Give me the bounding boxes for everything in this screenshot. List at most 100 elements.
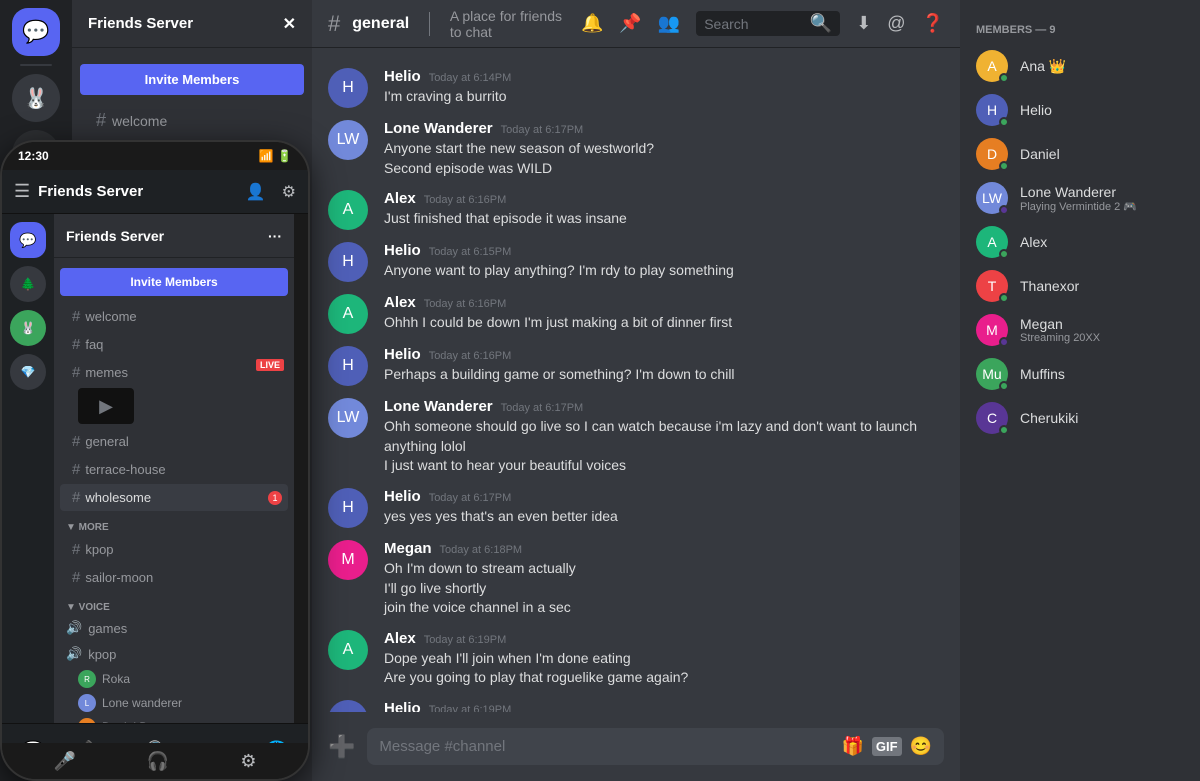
- mobile-channel-general[interactable]: # general: [60, 428, 288, 455]
- message-header: Helio Today at 6:17PM: [384, 488, 944, 505]
- mobile-status-bar: 12:30 📶 🔋: [2, 142, 308, 170]
- mobile-invite-button[interactable]: Invite Members: [60, 268, 288, 296]
- channel-name: wholesome: [85, 490, 151, 505]
- server-header[interactable]: Friends Server ✕: [72, 0, 312, 48]
- message-text: Perhaps a building game or something? I'…: [384, 365, 944, 385]
- member-item-helio[interactable]: H Helio: [968, 88, 1192, 132]
- gif-icon[interactable]: GIF: [872, 737, 902, 756]
- member-avatar: H: [976, 94, 1008, 126]
- member-item-megan[interactable]: M Megan Streaming 20XX: [968, 308, 1192, 352]
- mobile-channel-kpop[interactable]: # kpop: [60, 536, 288, 563]
- message-timestamp: Today at 6:15PM: [429, 246, 512, 258]
- search-icon: 🔍: [810, 13, 832, 34]
- message-timestamp: Today at 6:16PM: [424, 298, 507, 310]
- mobile-add-people-icon[interactable]: 👤: [246, 182, 266, 202]
- member-item-daniel[interactable]: D Daniel: [968, 132, 1192, 176]
- mobile-voice-member-lone-wanderer[interactable]: L Lone wanderer: [54, 691, 294, 715]
- message-content: Megan Today at 6:18PM Oh I'm down to str…: [384, 540, 944, 618]
- message-text: I'm craving a burrito: [384, 87, 944, 107]
- help-icon[interactable]: ❓: [922, 13, 944, 34]
- message-text: join the voice channel in a sec: [384, 598, 944, 618]
- member-item-lone-wanderer[interactable]: LW Lone Wanderer Playing Vermintide 2 🎮: [968, 176, 1192, 220]
- mobile-category-more[interactable]: ▼ MORE: [54, 512, 294, 535]
- mobile-server-icon-2[interactable]: 🐰: [10, 310, 46, 346]
- mobile-body: 💬 🌲 🐰 💎 Friends Server ··· Invite Member…: [2, 214, 308, 755]
- mobile-channel-terrace-house[interactable]: # terrace-house: [60, 456, 288, 483]
- mobile-discord-icon[interactable]: 💬: [10, 222, 46, 258]
- message-text: Are you going to play that roguelike gam…: [384, 668, 944, 688]
- mobile-channel-sailor-moon[interactable]: # sailor-moon: [60, 564, 288, 591]
- settings-gear-icon[interactable]: ⚙: [240, 751, 256, 772]
- speaker-icon: 🔊: [66, 620, 82, 636]
- mobile-channel-memes[interactable]: # memes LIVE: [60, 359, 288, 386]
- search-bar[interactable]: 🔍: [696, 11, 840, 36]
- mobile-channel-faq[interactable]: # faq: [60, 331, 288, 358]
- avatar: LW: [328, 398, 368, 438]
- message-timestamp: Today at 6:17PM: [501, 402, 584, 414]
- server-menu-icon[interactable]: ✕: [283, 14, 296, 34]
- add-attachment-button[interactable]: ➕: [328, 734, 355, 760]
- hash-icon: #: [72, 336, 80, 353]
- mobile-unread-badge: 1: [268, 491, 282, 505]
- server-icon-rabbit[interactable]: 🐰: [12, 74, 60, 122]
- avatar: A: [328, 630, 368, 670]
- at-icon[interactable]: @: [887, 13, 905, 34]
- message-timestamp: Today at 6:19PM: [429, 704, 512, 712]
- discord-home-icon[interactable]: 💬: [12, 8, 60, 56]
- channel-item-welcome[interactable]: # welcome: [80, 104, 304, 137]
- member-item-ana[interactable]: A Ana 👑: [968, 44, 1192, 88]
- mobile-server-icon-3[interactable]: 💎: [10, 354, 46, 390]
- gift-icon[interactable]: 🎁: [841, 736, 863, 757]
- message-timestamp: Today at 6:17PM: [501, 124, 584, 136]
- headphone-icon[interactable]: 🎧: [147, 751, 169, 772]
- message-author: Megan: [384, 540, 432, 557]
- message-group: H Helio Today at 6:16PM Perhaps a buildi…: [312, 342, 960, 390]
- mobile-category-voice[interactable]: ▼ VOICE: [54, 592, 294, 615]
- channel-topic: A place for friends to chat: [450, 8, 569, 40]
- message-header: Alex Today at 6:16PM: [384, 294, 944, 311]
- members-icon[interactable]: 👥: [658, 13, 680, 34]
- message-content: Alex Today at 6:16PM Just finished that …: [384, 190, 944, 230]
- member-avatar: C: [976, 402, 1008, 434]
- download-icon[interactable]: ⬇: [856, 13, 871, 34]
- member-item-alex[interactable]: A Alex: [968, 220, 1192, 264]
- member-item-muffins[interactable]: Mu Muffins: [968, 352, 1192, 396]
- mobile-settings-icon[interactable]: ⚙: [282, 182, 296, 202]
- message-header: Helio Today at 6:16PM: [384, 346, 944, 363]
- member-avatar: A: [976, 226, 1008, 258]
- message-header: Lone Wanderer Today at 6:17PM: [384, 398, 944, 415]
- search-input[interactable]: [704, 16, 806, 32]
- message-group: A Alex Today at 6:16PM Ohhh I could be d…: [312, 290, 960, 338]
- message-timestamp: Today at 6:16PM: [429, 350, 512, 362]
- invite-members-button[interactable]: Invite Members: [80, 64, 304, 95]
- mobile-server-icon-1[interactable]: 🌲: [10, 266, 46, 302]
- mic-icon[interactable]: 🎤: [54, 751, 76, 772]
- message-header: Helio Today at 6:15PM: [384, 242, 944, 259]
- emoji-icon[interactable]: 😊: [910, 736, 932, 757]
- message-input[interactable]: [379, 738, 833, 755]
- channel-name: sailor-moon: [85, 570, 153, 585]
- message-group: LW Lone Wanderer Today at 6:17PM Ohh som…: [312, 394, 960, 480]
- member-item-cherukiki[interactable]: C Cherukiki: [968, 396, 1192, 440]
- bell-icon[interactable]: 🔔: [581, 13, 603, 34]
- mobile-voice-kpop[interactable]: 🔊 kpop: [54, 641, 294, 667]
- channel-name: welcome: [112, 113, 167, 129]
- mobile-server-menu-icon[interactable]: ···: [268, 228, 282, 244]
- mobile-channel-wholesome[interactable]: # wholesome 1: [60, 484, 288, 511]
- mobile-voice-games[interactable]: 🔊 games: [54, 615, 294, 641]
- member-status: Playing Vermintide 2 🎮: [1020, 200, 1137, 213]
- status-indicator: [999, 425, 1009, 435]
- mobile-channel-welcome[interactable]: # welcome: [60, 303, 288, 330]
- message-content: Helio Today at 6:16PM Perhaps a building…: [384, 346, 944, 386]
- message-author: Helio: [384, 700, 421, 712]
- server-name: Friends Server: [88, 15, 193, 32]
- mobile-server-header[interactable]: Friends Server ···: [54, 214, 294, 258]
- status-indicator: [999, 205, 1009, 215]
- message-content: Alex Today at 6:16PM Ohhh I could be dow…: [384, 294, 944, 334]
- mobile-voice-member-roka[interactable]: R Roka: [54, 667, 294, 691]
- mobile-menu-icon[interactable]: ☰: [14, 181, 30, 202]
- pin-icon[interactable]: 📌: [619, 13, 641, 34]
- live-badge: LIVE: [256, 359, 284, 371]
- member-item-thanexor[interactable]: T Thanexor: [968, 264, 1192, 308]
- status-indicator: [999, 161, 1009, 171]
